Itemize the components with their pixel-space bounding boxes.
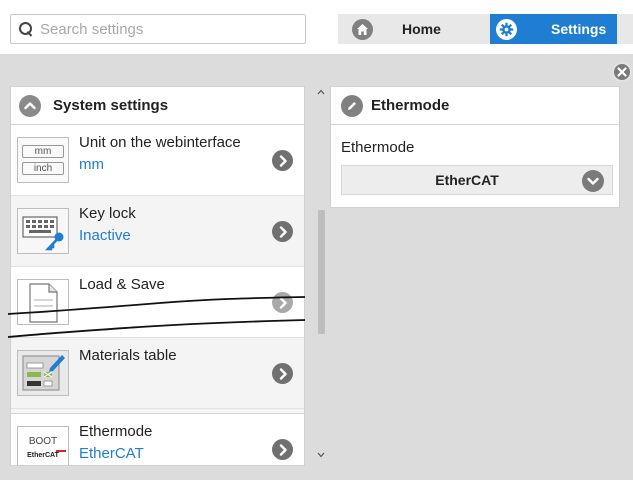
ethermode-icon-ethercat: EtherCAT: [27, 452, 59, 459]
list-item-value: EtherCAT: [79, 445, 144, 462]
chevron-right-icon[interactable]: [272, 221, 293, 242]
list-item-value: mm: [79, 156, 104, 173]
ethermode-icon: BOOT EtherCAT: [17, 426, 69, 465]
keyboard-key-icon: [17, 208, 69, 254]
scroll-thumb[interactable]: [318, 210, 325, 334]
list-item-key-lock[interactable]: Key lock Inactive: [11, 196, 304, 267]
chevron-up-icon[interactable]: [19, 94, 41, 117]
settings-tab-label: Settings: [551, 21, 607, 37]
unit-icon: mm inch: [17, 137, 69, 183]
search-icon: [19, 22, 33, 36]
list-item-label: Load & Save: [79, 276, 165, 293]
ethermode-panel-header: Ethermode: [331, 87, 619, 125]
chevron-right-icon[interactable]: [272, 150, 293, 171]
list-item-materials-table[interactable]: Materials table: [11, 338, 304, 409]
chevron-down-icon[interactable]: [582, 170, 604, 192]
ethermode-select-value: EtherCAT: [435, 172, 499, 188]
ethermode-panel-title: Ethermode: [371, 97, 450, 114]
list-item-ethermode[interactable]: BOOT EtherCAT Ethermode EtherCAT: [11, 413, 304, 465]
home-icon: [352, 18, 373, 40]
system-settings-header[interactable]: System settings: [11, 87, 304, 125]
top-bar: Home Settings: [0, 0, 633, 54]
materials-table-icon: [17, 350, 69, 396]
scroll-down-icon[interactable]: [315, 449, 327, 461]
ethermode-field-label: Ethermode: [341, 139, 415, 156]
scroll-up-icon[interactable]: [315, 86, 327, 98]
close-icon[interactable]: [612, 62, 632, 82]
chevron-right-icon[interactable]: [272, 439, 293, 460]
home-tab-label: Home: [402, 21, 441, 37]
ethermode-icon-arrow: [56, 450, 66, 452]
list-item-unit[interactable]: mm inch Unit on the webinterface mm: [11, 125, 304, 196]
document-icon: [17, 279, 69, 325]
ethermode-icon-boot: BOOT: [28, 436, 58, 447]
chevron-right-icon[interactable]: [272, 363, 293, 384]
unit-icon-inch: inch: [22, 162, 64, 175]
system-settings-panel: System settings mm inch Unit on the webi…: [10, 86, 305, 466]
list-item-value: Inactive: [79, 227, 131, 244]
ethermode-panel: Ethermode Ethermode EtherCAT: [330, 86, 620, 208]
list-item-label: Ethermode: [79, 423, 153, 440]
list-item-label: Key lock: [79, 205, 136, 222]
chevron-right-icon[interactable]: [272, 292, 293, 313]
scrollbar[interactable]: [315, 86, 327, 461]
settings-tab[interactable]: Settings: [490, 14, 617, 44]
system-settings-title: System settings: [53, 97, 169, 114]
unit-icon-mm: mm: [22, 145, 64, 158]
list-item-label: Unit on the webinterface: [79, 134, 241, 151]
search-box[interactable]: [10, 14, 306, 44]
list-item-load-save[interactable]: Load & Save: [11, 267, 304, 338]
gear-icon: [496, 18, 517, 40]
edit-pencil-icon: [341, 94, 363, 117]
home-tab[interactable]: Home: [338, 14, 488, 44]
ethermode-select[interactable]: EtherCAT: [341, 165, 613, 195]
list-item-label: Materials table: [79, 347, 177, 364]
search-input[interactable]: [40, 20, 290, 38]
